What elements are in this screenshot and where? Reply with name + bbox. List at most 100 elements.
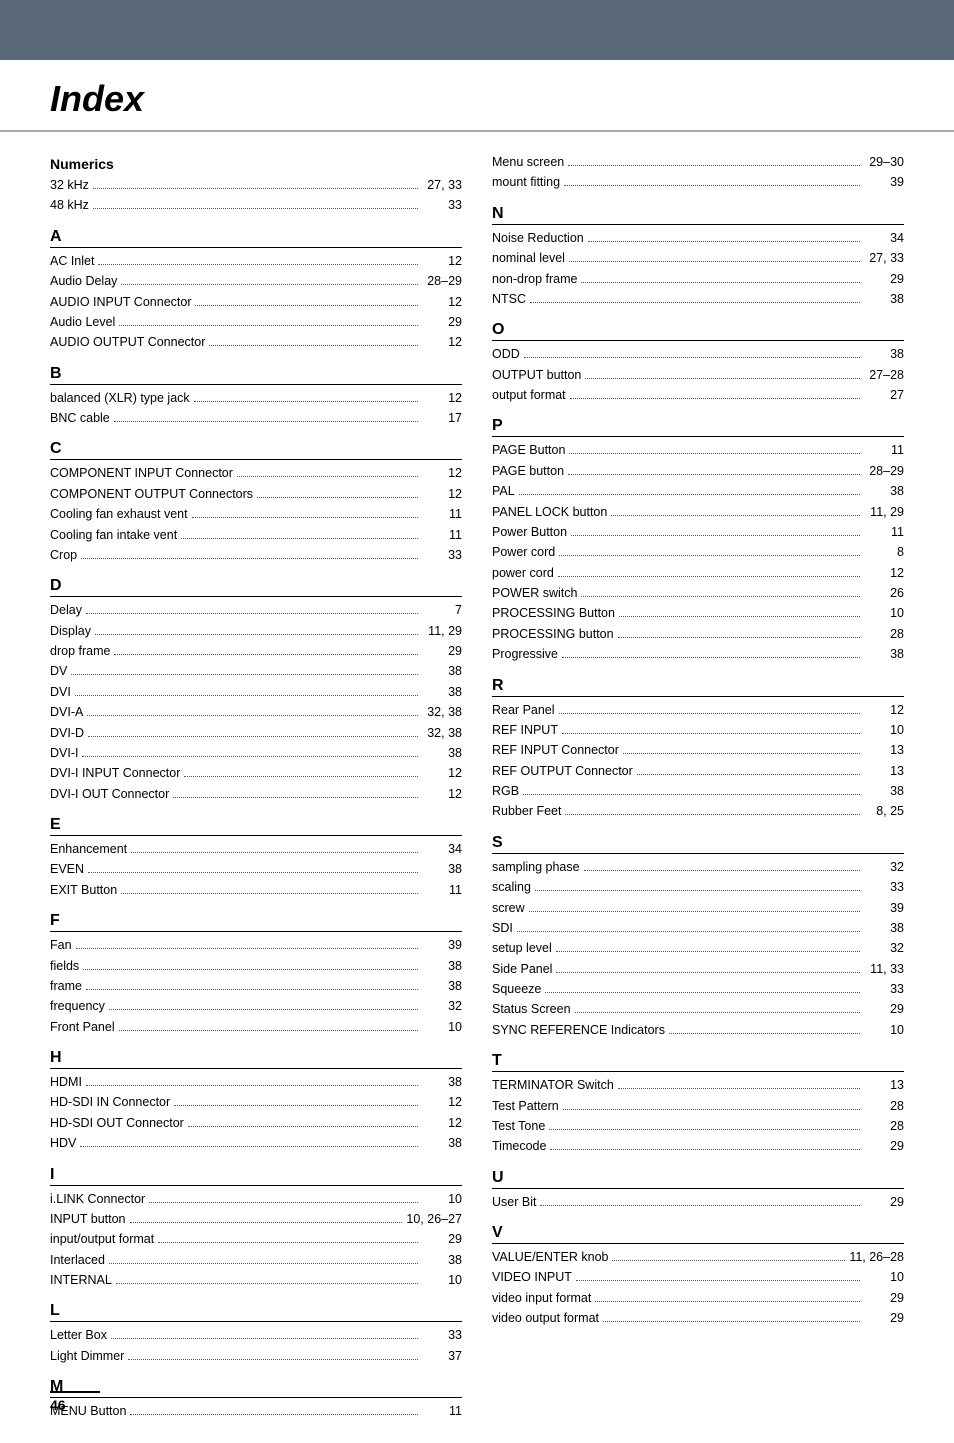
index-dots xyxy=(98,264,418,265)
index-page: 27–28 xyxy=(864,366,904,385)
index-row: Test Tone28 xyxy=(492,1117,904,1136)
index-page: 34 xyxy=(422,840,462,859)
index-page: 38 xyxy=(864,645,904,664)
index-term: Power Button xyxy=(492,523,567,542)
index-page: 11 xyxy=(422,1402,462,1421)
index-dots xyxy=(569,261,860,262)
index-term: PROCESSING Button xyxy=(492,604,615,623)
index-row: Timecode29 xyxy=(492,1137,904,1156)
index-dots xyxy=(173,797,418,798)
index-dots xyxy=(571,535,860,536)
index-dots xyxy=(237,476,418,477)
index-dots xyxy=(530,302,860,303)
index-term: DVI-A xyxy=(50,703,83,722)
index-term: Letter Box xyxy=(50,1326,107,1345)
index-row: AC Inlet12 xyxy=(50,252,462,271)
index-page: 12 xyxy=(422,1093,462,1112)
index-dots xyxy=(559,713,860,714)
index-page: 38 xyxy=(864,345,904,364)
index-row: INTERNAL 10 xyxy=(50,1271,462,1290)
index-page: 28–29 xyxy=(422,272,462,291)
index-dots xyxy=(519,494,860,495)
index-term: COMPONENT OUTPUT Connectors xyxy=(50,485,253,504)
index-page: 11 xyxy=(864,523,904,542)
index-term: PAGE button xyxy=(492,462,564,481)
index-page: 29 xyxy=(864,270,904,289)
index-term: POWER switch xyxy=(492,584,577,603)
index-page: 8, 25 xyxy=(864,802,904,821)
index-term: Light Dimmer xyxy=(50,1347,124,1366)
index-dots xyxy=(75,695,418,696)
index-page: 38 xyxy=(864,482,904,501)
index-term: BNC cable xyxy=(50,409,110,428)
index-term: Noise Reduction xyxy=(492,229,584,248)
index-row: Rubber Feet8, 25 xyxy=(492,802,904,821)
index-page: 10 xyxy=(422,1271,462,1290)
index-term: Side Panel xyxy=(492,960,552,979)
index-row: Enhancement 34 xyxy=(50,840,462,859)
index-page: 11, 33 xyxy=(864,960,904,979)
index-row: power cord12 xyxy=(492,564,904,583)
index-row: Squeeze33 xyxy=(492,980,904,999)
index-dots xyxy=(559,555,860,556)
index-page: 32, 38 xyxy=(422,724,462,743)
index-page: 26 xyxy=(864,584,904,603)
index-page: 12 xyxy=(422,389,462,408)
index-row: HDV38 xyxy=(50,1134,462,1153)
index-dots xyxy=(637,774,860,775)
index-row: Side Panel 11, 33 xyxy=(492,960,904,979)
index-dots xyxy=(581,282,860,283)
index-term: Enhancement xyxy=(50,840,127,859)
index-term: HD-SDI IN Connector xyxy=(50,1093,170,1112)
index-term: NTSC xyxy=(492,290,526,309)
index-term: Fan xyxy=(50,936,72,955)
index-page: 12 xyxy=(422,1114,462,1133)
index-page: 12 xyxy=(422,464,462,483)
index-row: balanced (XLR) type jack12 xyxy=(50,389,462,408)
index-page: 28 xyxy=(864,1117,904,1136)
index-dots xyxy=(568,165,860,166)
index-term: PAGE Button xyxy=(492,441,565,460)
index-term: INTERNAL xyxy=(50,1271,112,1290)
index-row: i.LINK Connector10 xyxy=(50,1190,462,1209)
index-page: 10 xyxy=(864,604,904,623)
index-dots xyxy=(184,776,418,777)
index-row: DVI38 xyxy=(50,683,462,702)
section-letter-r: R xyxy=(492,677,904,697)
index-term: VALUE/ENTER knob xyxy=(492,1248,608,1267)
index-row: Cooling fan intake vent11 xyxy=(50,526,462,545)
index-dots xyxy=(83,969,418,970)
index-dots xyxy=(71,674,418,675)
index-dots xyxy=(119,1030,418,1031)
index-term: mount fitting xyxy=(492,173,560,192)
index-page: 10 xyxy=(422,1018,462,1037)
index-page: 29 xyxy=(864,1289,904,1308)
index-page: 29 xyxy=(864,1000,904,1019)
index-page: 32 xyxy=(864,939,904,958)
index-row: SYNC REFERENCE Indicators10 xyxy=(492,1021,904,1040)
index-term: Rear Panel xyxy=(492,701,555,720)
index-row: Rear Panel12 xyxy=(492,701,904,720)
index-term: fields xyxy=(50,957,79,976)
index-row: OUTPUT button27–28 xyxy=(492,366,904,385)
index-dots xyxy=(603,1321,860,1322)
index-row: mount fitting39 xyxy=(492,173,904,192)
index-row: input/output format29 xyxy=(50,1230,462,1249)
index-dots xyxy=(558,576,860,577)
index-page: 10, 26–27 xyxy=(406,1210,462,1229)
section-letter-v: V xyxy=(492,1224,904,1244)
index-row: Front Panel10 xyxy=(50,1018,462,1037)
index-term: VIDEO INPUT xyxy=(492,1268,572,1287)
index-page: 38 xyxy=(422,1134,462,1153)
index-page: 38 xyxy=(422,957,462,976)
index-row: scaling33 xyxy=(492,878,904,897)
index-page: 11, 26–28 xyxy=(849,1248,904,1267)
index-term: output format xyxy=(492,386,566,405)
index-dots xyxy=(80,1146,418,1147)
index-row: REF OUTPUT Connector13 xyxy=(492,762,904,781)
index-row: BNC cable17 xyxy=(50,409,462,428)
index-dots xyxy=(618,1088,860,1089)
index-page: 29 xyxy=(422,642,462,661)
index-dots xyxy=(569,453,860,454)
index-page: 10 xyxy=(864,1021,904,1040)
